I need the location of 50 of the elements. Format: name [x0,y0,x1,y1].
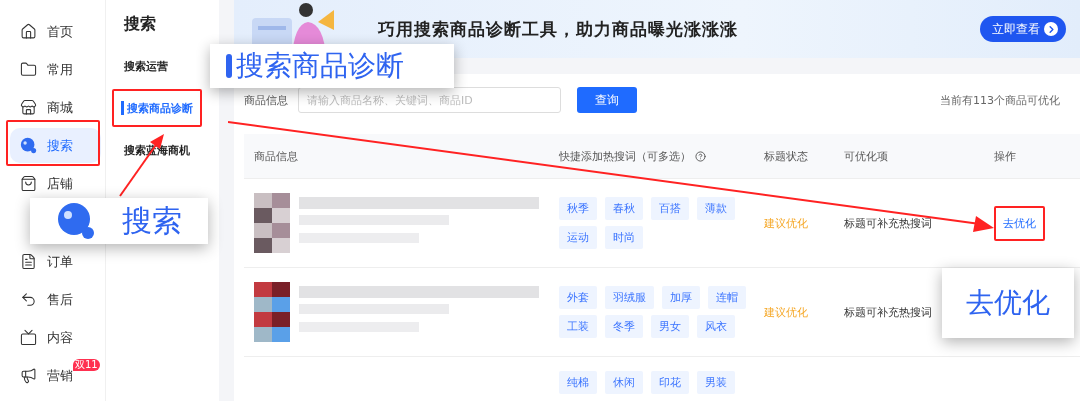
callout-text: 去优化 [966,285,1050,321]
keyword-tag[interactable]: 休闲 [605,371,643,394]
column-title: 标题状态 [764,148,808,164]
nav-item[interactable]: 搜索 [10,128,101,163]
callout-text: 搜索商品诊断 [236,48,404,84]
nav-item[interactable]: 售后 [10,282,101,317]
field-label: 商品信息 [244,92,288,108]
optimizable-text: 标题可补充热搜词 [844,215,932,231]
keyword-tag[interactable]: 冬季 [605,315,643,338]
column-title: 快捷添加热搜词（可多选） [559,148,691,164]
callout-text: 搜索 [122,201,182,240]
keyword-tag[interactable]: 风衣 [697,315,735,338]
submenu-item[interactable]: 搜索运营 [124,59,168,73]
keyword-tag[interactable]: 纯棉 [559,371,597,394]
banner-text: 巧用搜索商品诊断工具，助力商品曝光涨涨涨 [378,17,739,41]
keyword-tag[interactable]: 春秋 [605,197,643,220]
status-text: 建议优化 [764,304,808,320]
keyword-tag[interactable]: 加厚 [662,286,700,309]
summary-text: 当前有113个商品可优化 [940,92,1060,108]
keyword-tag[interactable]: 羽绒服 [605,286,654,309]
column-title: 操作 [994,148,1016,164]
status-text: 建议优化 [764,215,808,231]
search-field[interactable]: 请输入商品名称、关键词、商品ID [298,87,561,113]
keyword-tag[interactable]: 运动 [559,226,597,249]
nav-item[interactable]: 订单 [10,244,101,279]
nav-item[interactable]: 常用 [10,52,101,87]
optimize-link[interactable]: 去优化 [994,205,1045,241]
nav-item[interactable]: 店铺 [10,166,101,201]
keyword-tag[interactable]: 男装 [697,371,735,394]
keyword-tag[interactable]: 工装 [559,315,597,338]
view-now-button[interactable]: 立即查看 [980,16,1066,42]
nav-item[interactable]: 商城 [10,90,101,125]
keyword-tag[interactable]: 连帽 [708,286,746,309]
keyword-tag[interactable]: 时尚 [605,226,643,249]
column-title: 商品信息 [254,148,298,164]
submenu-item[interactable]: 搜索商品诊断 [121,101,193,115]
nav-item[interactable]: 首页 [10,14,101,49]
nav-badge: 双11 [73,359,100,371]
optimizable-text: 标题可补充热搜词 [844,304,932,320]
keyword-tag[interactable]: 外套 [559,286,597,309]
nav-item[interactable]: 内容 [10,320,101,355]
column-title: 可优化项 [844,148,888,164]
query-button[interactable]: 查询 [577,87,637,113]
nav-item[interactable]: 营销 双11 [10,358,101,393]
keyword-tag[interactable]: 秋季 [559,197,597,220]
keyword-tag[interactable]: 薄款 [697,197,735,220]
keyword-tag[interactable]: 男女 [651,315,689,338]
submenu-title: 搜索 [124,14,157,35]
keyword-tag[interactable]: 百搭 [651,197,689,220]
keyword-tag[interactable]: 印花 [651,371,689,394]
